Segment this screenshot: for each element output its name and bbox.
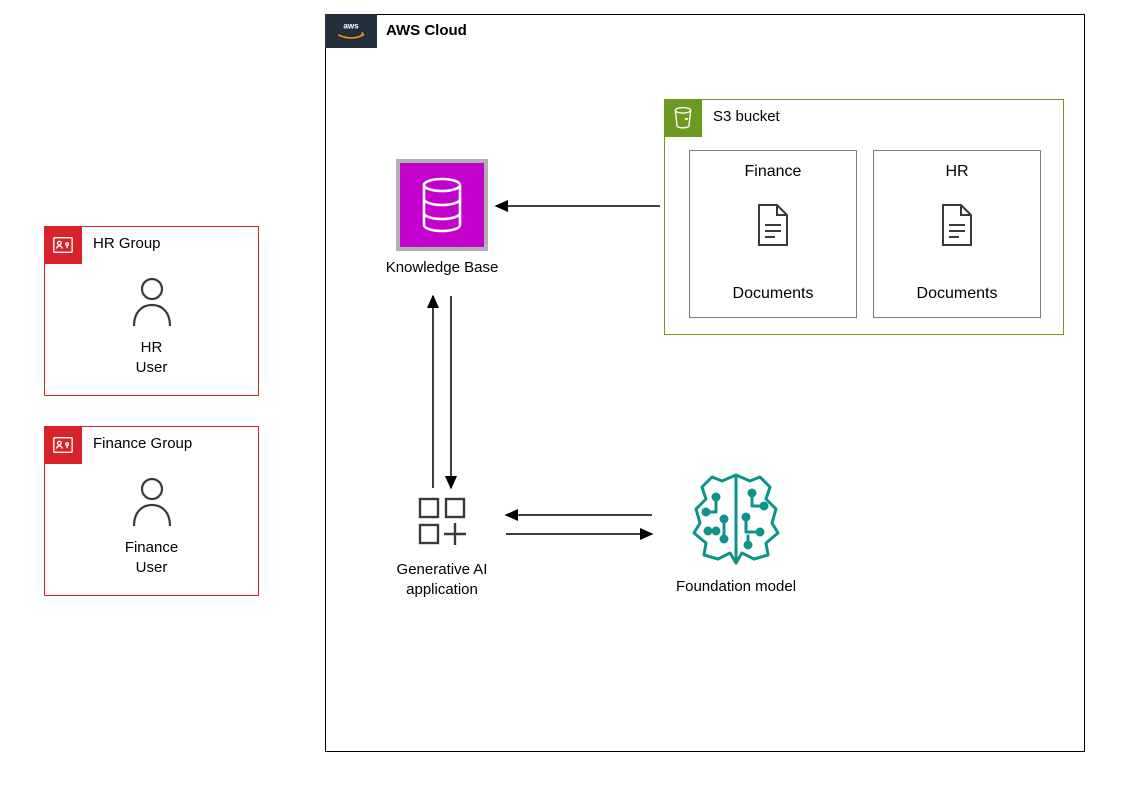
hr-user-label: HR User <box>82 338 222 377</box>
iam-icon <box>44 226 82 264</box>
svg-text:aws: aws <box>343 21 359 30</box>
genai-app-box: Generative AI application <box>372 493 512 599</box>
foundation-model-box: Foundation model <box>656 469 816 595</box>
hr-doc-title: HR <box>874 163 1040 181</box>
document-icon <box>939 203 975 252</box>
knowledge-base-box: Knowledge Base <box>372 159 512 276</box>
hr-group-box: HR Group HR User <box>44 226 259 396</box>
finance-documents-box: Finance Documents <box>689 150 857 318</box>
database-icon <box>396 159 488 251</box>
user-icon <box>129 514 175 531</box>
aws-cloud-title: AWS Cloud <box>386 22 467 39</box>
finance-user-label: Finance User <box>82 538 222 577</box>
knowledge-base-label: Knowledge Base <box>372 259 512 276</box>
s3-bucket-title: S3 bucket <box>713 108 780 125</box>
finance-group-title: Finance Group <box>93 435 192 452</box>
s3-bucket-icon <box>664 99 702 137</box>
hr-group-title: HR Group <box>93 235 161 252</box>
s3-bucket-box: S3 bucket Finance Documents HR <box>664 99 1064 335</box>
hr-documents-box: HR Documents <box>873 150 1041 318</box>
foundation-model-label: Foundation model <box>656 578 816 595</box>
aws-cloud-box: aws AWS Cloud S3 bucket Finance <box>325 14 1085 752</box>
aws-logo-icon: aws <box>325 14 377 48</box>
hr-doc-label: Documents <box>874 285 1040 303</box>
iam-icon <box>44 426 82 464</box>
document-icon <box>755 203 791 252</box>
app-grid-icon <box>414 536 470 553</box>
finance-doc-title: Finance <box>690 163 856 181</box>
finance-group-box: Finance Group Finance User <box>44 426 259 596</box>
finance-doc-label: Documents <box>690 285 856 303</box>
brain-chip-icon <box>686 556 786 573</box>
genai-app-label: Generative AI application <box>372 560 512 599</box>
user-icon <box>129 314 175 331</box>
